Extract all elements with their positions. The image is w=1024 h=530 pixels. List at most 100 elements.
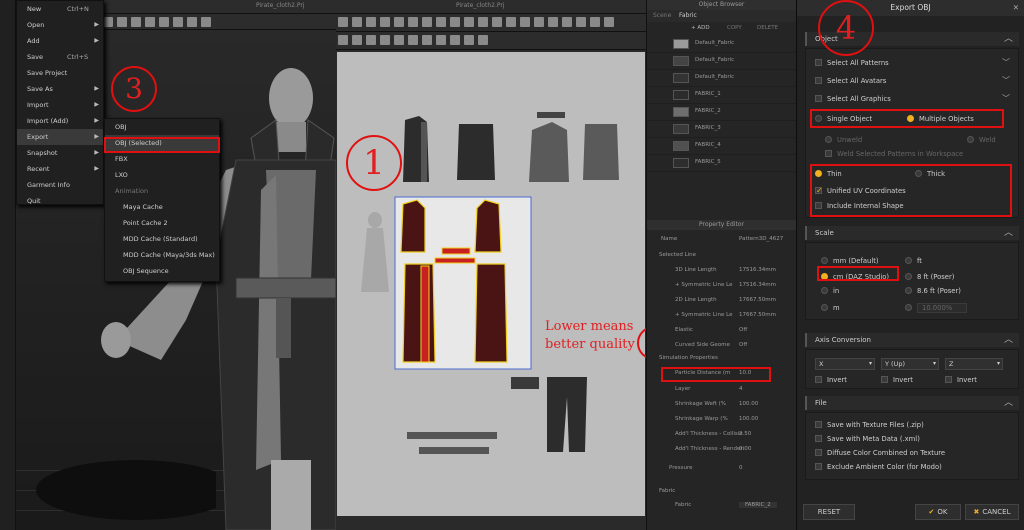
fabric-row[interactable]: FABRIC_2: [647, 104, 796, 121]
fabric-row[interactable]: Default_Fabric: [647, 36, 796, 53]
file-menu-item-add[interactable]: Add ▶: [17, 33, 103, 49]
selected-line-header[interactable]: Selected Line: [659, 252, 696, 258]
delete-button[interactable]: DELETE: [757, 25, 778, 31]
tool-icon[interactable]: [422, 17, 432, 27]
pattern-pieces[interactable]: [337, 52, 645, 516]
unified-uv-checkbox[interactable]: Unified UV Coordinates: [815, 184, 906, 198]
fabric-row[interactable]: FABRIC_3: [647, 121, 796, 138]
fabric-row[interactable]: FABRIC_4: [647, 138, 796, 155]
axis-section-header[interactable]: Axis Conversion ︿: [805, 333, 1019, 347]
file-menu-item-save-as[interactable]: Save As ▶: [17, 81, 103, 97]
axis-y-select[interactable]: Y (Up) ▾: [881, 358, 939, 370]
tab-scene[interactable]: Scene: [653, 12, 671, 19]
export-menu-item-lxo[interactable]: LXO: [105, 167, 219, 183]
export-menu-item-maya-cache[interactable]: Maya Cache: [105, 199, 219, 215]
include-internal-shape-checkbox[interactable]: Include Internal Shape: [815, 199, 904, 213]
fabric-row[interactable]: Default_Fabric: [647, 70, 796, 87]
tool-icon[interactable]: [534, 17, 544, 27]
fabric-row[interactable]: Default_Fabric: [647, 53, 796, 70]
file-menu-item-export[interactable]: Export ▶: [17, 129, 103, 145]
pattern-canvas[interactable]: [337, 52, 645, 516]
chevron-up-icon[interactable]: ︿: [1004, 32, 1013, 46]
tool-icon[interactable]: [576, 17, 586, 27]
tool-icon[interactable]: [338, 35, 348, 45]
tool-icon[interactable]: [103, 17, 113, 27]
tool-icon[interactable]: [352, 35, 362, 45]
scale-custom-radio[interactable]: 10.000%: [905, 301, 968, 315]
scale-ft-radio[interactable]: ft: [905, 254, 922, 268]
tool-icon[interactable]: [408, 35, 418, 45]
weld-selected-checkbox[interactable]: Weld Selected Patterns in Workspace: [825, 147, 963, 161]
export-menu-item-fbx[interactable]: FBX: [105, 151, 219, 167]
tool-icon[interactable]: [187, 17, 197, 27]
tool-icon[interactable]: [562, 17, 572, 27]
tool-icon[interactable]: [338, 17, 348, 27]
axis-x-select[interactable]: X ▾: [815, 358, 875, 370]
copy-button[interactable]: COPY: [727, 25, 742, 31]
file-menu-item-open[interactable]: Open ▶: [17, 17, 103, 33]
file-menu-item-import[interactable]: Import ▶: [17, 97, 103, 113]
chevron-up-icon[interactable]: ︿: [1004, 333, 1013, 347]
cancel-button[interactable]: ✖ CANCEL: [965, 504, 1019, 520]
pattern-name-value[interactable]: Pattern3D_4627: [739, 236, 783, 242]
invert-y-checkbox[interactable]: Invert: [881, 373, 913, 387]
thin-radio[interactable]: Thin: [815, 167, 842, 181]
checkbox[interactable]: [815, 58, 822, 66]
export-menu-item-mdd-cache-maya-3ds-max-[interactable]: MDD Cache (Maya/3ds Max): [105, 247, 219, 263]
scale-mm-radio[interactable]: mm (Default): [821, 254, 879, 268]
reset-button[interactable]: RESET: [803, 504, 855, 520]
weld-radio[interactable]: Weld: [967, 133, 996, 147]
diffuse-color-checkbox[interactable]: Diffuse Color Combined on Texture: [815, 446, 945, 460]
export-menu-item-obj-selected-[interactable]: OBJ (Selected): [105, 135, 219, 151]
simulation-properties-header[interactable]: Simulation Properties: [659, 355, 718, 361]
invert-z-checkbox[interactable]: Invert: [945, 373, 977, 387]
fabric-select[interactable]: FABRIC_2: [739, 502, 777, 508]
chevron-up-icon[interactable]: ︿: [1004, 396, 1013, 410]
tool-icon[interactable]: [450, 17, 460, 27]
thick-radio[interactable]: Thick: [915, 167, 945, 181]
tool-icon[interactable]: [201, 17, 211, 27]
axis-z-select[interactable]: Z ▾: [945, 358, 1003, 370]
chevron-up-icon[interactable]: ︿: [1004, 226, 1013, 240]
tool-icon[interactable]: [380, 35, 390, 45]
file-menu-item-recent[interactable]: Recent ▶: [17, 161, 103, 177]
checkbox[interactable]: [815, 76, 822, 84]
tool-icon[interactable]: [436, 35, 446, 45]
tool-icon[interactable]: [590, 17, 600, 27]
tool-icon[interactable]: [436, 17, 446, 27]
scale-in-radio[interactable]: in: [821, 284, 839, 298]
tool-icon[interactable]: [604, 17, 614, 27]
file-menu-item-garment-info[interactable]: Garment Info: [17, 177, 103, 193]
tab-fabric[interactable]: Fabric: [679, 12, 697, 19]
invert-x-checkbox[interactable]: Invert: [815, 373, 847, 387]
select-all-avatars[interactable]: Select All Avatars: [815, 74, 886, 88]
add-button[interactable]: + ADD: [691, 25, 710, 31]
fabric-row[interactable]: FABRIC_1: [647, 87, 796, 104]
chevron-down-icon[interactable]: ﹀: [1002, 93, 1010, 104]
tool-icon[interactable]: [450, 35, 460, 45]
export-menu-item-obj[interactable]: OBJ: [105, 119, 219, 135]
tool-icon[interactable]: [117, 17, 127, 27]
file-menu-item-snapshot[interactable]: Snapshot ▶: [17, 145, 103, 161]
multiple-objects-radio[interactable]: Multiple Objects: [907, 112, 974, 126]
export-menu-item-obj-sequence[interactable]: OBJ Sequence: [105, 263, 219, 279]
save-texture-checkbox[interactable]: Save with Texture Files (.zip): [815, 418, 924, 432]
file-menu-item-new[interactable]: New Ctrl+N: [17, 1, 103, 17]
tool-icon[interactable]: [380, 17, 390, 27]
exclude-ambient-checkbox[interactable]: Exclude Ambient Color (for Modo): [815, 460, 942, 474]
single-object-radio[interactable]: Single Object: [815, 112, 872, 126]
tool-icon[interactable]: [520, 17, 530, 27]
unweld-radio[interactable]: Unweld: [825, 133, 862, 147]
file-menu-item-import-add-[interactable]: Import (Add) ▶: [17, 113, 103, 129]
scale-86ft-radio[interactable]: 8.6 ft (Poser): [905, 284, 961, 298]
fabric-row[interactable]: FABRIC_5: [647, 155, 796, 172]
tool-icon[interactable]: [394, 17, 404, 27]
file-section-header[interactable]: File ︿: [805, 396, 1019, 410]
tool-icon[interactable]: [492, 17, 502, 27]
tool-icon[interactable]: [352, 17, 362, 27]
file-menu-item-save[interactable]: Save Ctrl+S: [17, 49, 103, 65]
particle-distance-input[interactable]: 10.0: [739, 370, 751, 376]
tool-icon[interactable]: [422, 35, 432, 45]
checkbox[interactable]: [815, 94, 822, 102]
chevron-down-icon[interactable]: ﹀: [1002, 57, 1010, 68]
